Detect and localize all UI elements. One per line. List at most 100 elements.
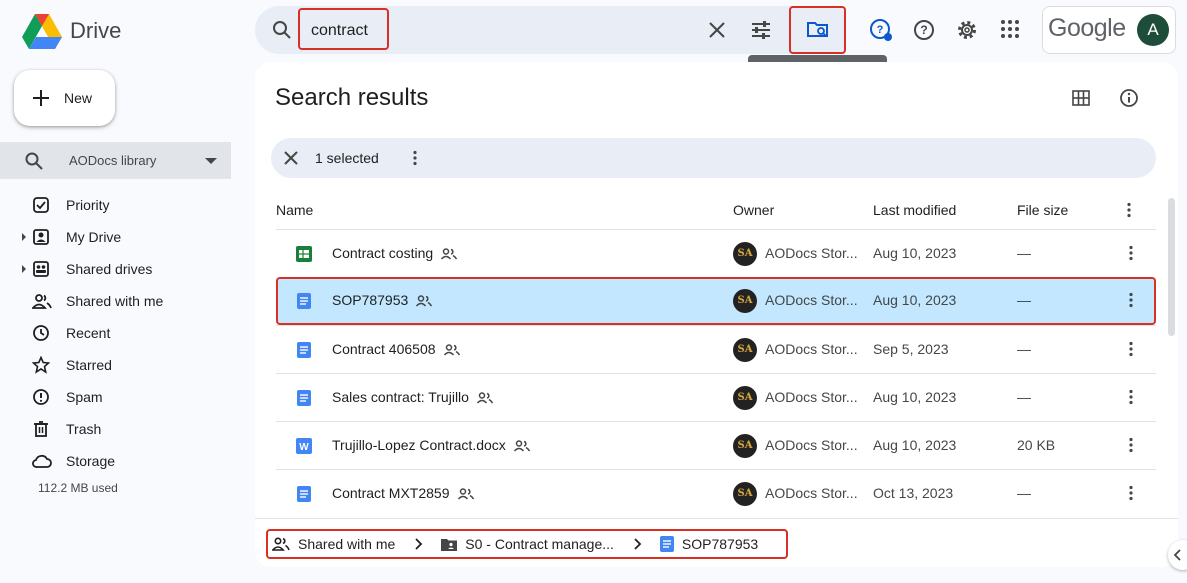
support-status-icon[interactable]: ? [869,18,893,42]
shared-drives-icon [33,261,49,277]
table-row[interactable]: Sales contract: Trujillo SA AODocs Stor.… [276,373,1156,421]
chevron-right-icon [415,538,423,550]
shared-people-icon [441,248,458,260]
column-options-icon[interactable] [1122,202,1136,218]
sidebar-item-trash[interactable]: Trash [0,413,240,445]
file-name: Contract costing [332,245,434,261]
cloud-icon [32,454,52,468]
file-size: 20 KB [1017,437,1056,453]
my-drive-icon [33,229,49,245]
star-icon [32,356,50,374]
file-modified: Oct 13, 2023 [873,485,954,501]
google-logo: Google [1048,14,1126,42]
column-header-size[interactable]: File size [1017,202,1068,218]
file-modified: Aug 10, 2023 [873,437,957,453]
word-file-icon: W [296,438,312,454]
new-button[interactable]: New [14,70,115,126]
side-panel-toggle[interactable] [1168,540,1187,570]
file-size: — [1017,245,1031,261]
storage-used-text: 112.2 MB used [38,481,118,495]
docs-file-icon [297,293,311,309]
sidebar-item-storage[interactable]: Storage [0,445,240,477]
scrollbar[interactable] [1168,198,1175,336]
expand-arrow-icon[interactable] [22,265,26,273]
sidebar-item-shared-drives[interactable]: Shared drives [0,253,240,285]
file-name: SOP787953 [332,292,409,308]
chevron-down-icon [205,158,217,164]
svg-text:W: W [299,442,309,453]
breadcrumb-item-folder[interactable]: S0 - Contract manage... [441,536,614,552]
row-more-icon[interactable] [1124,485,1138,501]
sidebar-item-label: Spam [66,389,103,405]
file-owner: AODocs Stor... [765,292,858,308]
table-row-selected[interactable]: SOP787953 SA AODocs Stor... Aug 10, 2023… [276,277,1156,325]
app-name: Drive [70,18,122,43]
grid-view-icon[interactable] [1072,90,1090,106]
more-actions-icon[interactable] [408,150,422,166]
table-row[interactable]: Contract MXT2859 SA AODocs Stor... Oct 1… [276,469,1156,517]
info-icon[interactable] [1119,88,1139,108]
row-more-icon[interactable] [1124,292,1138,308]
sheets-file-icon [296,246,312,262]
gear-icon[interactable] [955,18,979,42]
file-name: Contract 406508 [332,341,436,357]
file-name: Trujillo-Lopez Contract.docx [332,437,506,453]
table-row[interactable]: Contract costing SA AODocs Stor... Aug 1… [276,229,1156,277]
search-input[interactable]: contract [298,8,389,50]
library-selector[interactable]: AODocs library [0,142,231,179]
svg-text:?: ? [877,24,884,36]
chevron-left-icon [1173,549,1181,561]
sidebar-item-shared-with-me[interactable]: Shared with me [0,285,240,317]
row-more-icon[interactable] [1124,437,1138,453]
clear-selection-icon[interactable] [284,151,298,165]
column-header-modified[interactable]: Last modified [873,202,956,218]
breadcrumb-item-file[interactable]: SOP787953 [659,536,758,552]
avatar[interactable]: A [1137,14,1169,46]
divider [255,518,1178,519]
sidebar-item-my-drive[interactable]: My Drive [0,221,240,253]
file-name: Sales contract: Trujillo [332,389,469,405]
docs-file-icon [659,536,674,552]
file-owner: AODocs Stor... [765,485,858,501]
row-more-icon[interactable] [1124,245,1138,261]
sidebar-item-priority[interactable]: Priority [0,189,240,221]
owner-avatar: SA [733,289,757,313]
apps-grid-icon[interactable] [999,18,1021,40]
file-size: — [1017,485,1031,501]
sidebar-item-recent[interactable]: Recent [0,317,240,349]
search-in-folder-button[interactable] [789,6,846,54]
file-owner: AODocs Stor... [765,341,858,357]
help-icon[interactable]: ? [912,18,936,42]
table-row[interactable]: Contract 406508 SA AODocs Stor... Sep 5,… [276,325,1156,373]
docs-file-icon [297,342,311,358]
row-more-icon[interactable] [1124,341,1138,357]
row-more-icon[interactable] [1124,389,1138,405]
spam-icon [33,389,49,405]
column-header-owner[interactable]: Owner [733,202,774,218]
file-modified: Aug 10, 2023 [873,292,957,308]
breadcrumb-item-shared-with-me[interactable]: Shared with me [272,536,395,552]
search-icon[interactable] [272,20,292,40]
expand-arrow-icon[interactable] [22,233,26,241]
sidebar-item-label: Priority [66,197,110,213]
shared-folder-icon [441,539,458,551]
table-row[interactable]: W Trujillo-Lopez Contract.docx SA AODocs… [276,421,1156,469]
library-label: AODocs library [69,153,157,168]
sidebar-item-starred[interactable]: Starred [0,349,240,381]
docs-file-icon [297,390,311,406]
shared-people-icon [457,488,474,500]
file-modified: Sep 5, 2023 [873,341,949,357]
clear-search-icon[interactable] [707,20,727,40]
breadcrumb-label: Shared with me [298,536,396,552]
owner-avatar: SA [733,482,757,506]
search-options-icon[interactable] [750,19,772,41]
sidebar-item-spam[interactable]: Spam [0,381,240,413]
selection-count: 1 selected [315,150,379,166]
sidebar-item-label: Trash [66,421,102,437]
column-header-name[interactable]: Name [276,202,313,218]
new-button-label: New [64,90,93,106]
drive-logo[interactable]: Drive [22,12,121,50]
docs-file-icon [297,486,311,502]
sidebar-item-label: Storage [66,453,116,469]
trash-icon [34,421,48,437]
